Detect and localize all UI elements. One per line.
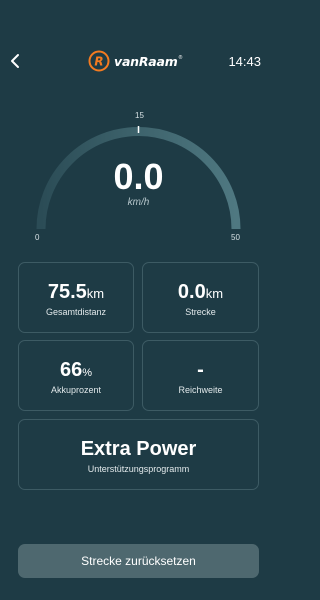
battery-value: 66	[59, 359, 83, 381]
gauge-min-label: 0	[35, 233, 40, 242]
brand-mark-letter: R	[94, 55, 103, 69]
trip-distance-value-row: 0.0km	[143, 281, 258, 304]
range-card: - Reichweite	[142, 340, 259, 411]
support-program-card[interactable]: Extra Power Unterstützungsprogramm	[18, 419, 259, 490]
chevron-left-icon	[11, 54, 19, 68]
battery-label: Akkuprozent	[50, 385, 102, 395]
trip-distance-card: 0.0km Strecke	[142, 262, 259, 333]
back-button[interactable]	[6, 50, 24, 72]
total-distance-label: Gesamtdistanz	[45, 307, 107, 317]
brand-name: vanRaam	[114, 53, 178, 69]
total-distance-card: 75.5km Gesamtdistanz	[18, 262, 134, 333]
gauge-mid-label: 15	[135, 111, 144, 120]
range-label: Reichweite	[178, 385, 223, 395]
speed-unit: km/h	[127, 197, 150, 208]
support-program-value: Extra Power	[80, 438, 197, 460]
support-program-label: Unterstützungsprogramm	[87, 464, 190, 474]
battery-unit: %	[82, 367, 93, 379]
vanraam-logo-icon: R	[88, 50, 110, 72]
total-distance-unit: km	[86, 286, 105, 301]
battery-card: 66% Akkuprozent	[18, 340, 134, 411]
app-header: R vanRaam ® 14:43	[0, 0, 277, 80]
trip-distance-unit: km	[205, 286, 224, 301]
reset-trip-button[interactable]: Strecke zurücksetzen	[18, 544, 259, 578]
total-distance-value-row: 75.5km	[19, 281, 133, 304]
brand-logo: R vanRaam ®	[88, 50, 182, 72]
trip-distance-value: 0.0	[177, 281, 206, 303]
battery-value-row: 66%	[19, 359, 133, 382]
brand-registered-mark: ®	[178, 55, 183, 61]
current-time: 14:43	[228, 54, 261, 69]
total-distance-value: 75.5	[47, 281, 87, 303]
range-value: -	[197, 359, 204, 381]
speed-value: 0.0	[113, 156, 164, 197]
trip-distance-label: Strecke	[185, 307, 216, 317]
gauge-max-label: 50	[231, 233, 240, 242]
